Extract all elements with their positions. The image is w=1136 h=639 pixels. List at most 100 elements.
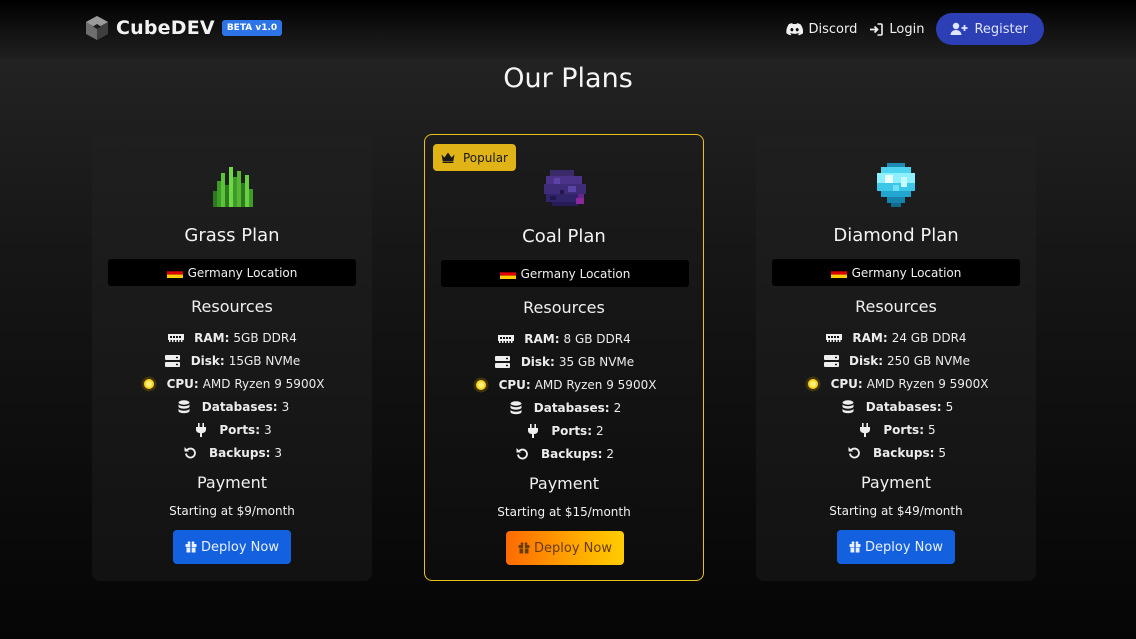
spec-label: CPU: xyxy=(830,376,863,391)
plug-icon xyxy=(856,422,874,437)
spec-cpu: CPU: AMD Ryzen 9 5900X xyxy=(756,372,1036,395)
cube-logo-icon xyxy=(86,16,108,40)
resources-title: Resources xyxy=(855,297,937,316)
backup-rotate-icon xyxy=(846,446,864,460)
spec-label: RAM: xyxy=(852,330,888,345)
payment-title: Payment xyxy=(528,474,600,493)
plug-icon xyxy=(192,422,210,437)
plan-name: Coal Plan xyxy=(522,226,606,247)
spec-value: 15GB NVMe xyxy=(228,353,301,368)
location-badge: Germany Location xyxy=(772,259,1020,286)
popular-badge: Popular xyxy=(433,144,516,171)
spec-value: 3 xyxy=(264,422,272,437)
cpu-chip-icon xyxy=(472,377,490,392)
navbar: CubeDEV BETA v1.0 Discord Login Register xyxy=(0,0,1136,58)
spec-disk: Disk: 15GB NVMe xyxy=(92,349,372,372)
spec-databases: Databases: 2 xyxy=(425,396,703,419)
spec-label: Disk: xyxy=(520,354,555,369)
plan-card-diamond: Diamond Plan Germany Location Resources … xyxy=(756,134,1036,581)
register-button[interactable]: Register xyxy=(936,13,1044,45)
deploy-button[interactable]: Deploy Now xyxy=(173,530,291,564)
spec-ports: Ports: 3 xyxy=(92,418,372,441)
spec-value: 5GB DDR4 xyxy=(233,330,297,345)
nav-links: Discord Login Register xyxy=(785,13,1044,45)
hard-drive-icon xyxy=(494,355,512,369)
spec-databases: Databases: 5 xyxy=(756,395,1036,418)
plan-name: Diamond Plan xyxy=(833,225,959,246)
cpu-chip-icon xyxy=(140,376,158,391)
spec-label: Backups: xyxy=(872,445,935,460)
location-badge: Germany Location xyxy=(441,260,689,287)
deploy-button[interactable]: Deploy Now xyxy=(837,530,955,564)
login-label: Login xyxy=(889,21,925,37)
spec-value: 250 GB NVMe xyxy=(887,353,970,368)
resources-title: Resources xyxy=(191,297,273,316)
grass-icon xyxy=(213,167,253,207)
brand-name: CubeDEV xyxy=(116,17,215,39)
spec-label: Databases: xyxy=(201,399,278,414)
spec-value: 2 xyxy=(596,423,604,438)
spec-ram: RAM: 5GB DDR4 xyxy=(92,326,372,349)
discord-label: Discord xyxy=(808,21,858,37)
spec-ports: Ports: 2 xyxy=(425,419,703,442)
location-label: Germany Location xyxy=(520,266,631,281)
location-badge: Germany Location xyxy=(108,259,356,286)
spec-list: RAM: 5GB DDR4 Disk: 15GB NVMe CPU: AMD Ryze… xyxy=(92,326,372,464)
resources-title: Resources xyxy=(523,298,605,317)
location-label: Germany Location xyxy=(851,265,962,280)
germany-flag-icon xyxy=(499,268,516,279)
spec-value: 5 xyxy=(938,445,947,460)
spec-label: Ports: xyxy=(883,422,924,437)
database-icon xyxy=(507,400,525,415)
memory-icon xyxy=(497,332,515,346)
spec-disk: Disk: 250 GB NVMe xyxy=(756,349,1036,372)
spec-list: RAM: 8 GB DDR4 Disk: 35 GB NVMe CPU: AMD Ry… xyxy=(425,327,703,465)
cpu-chip-icon xyxy=(804,376,822,391)
spec-label: Disk: xyxy=(849,353,883,368)
deploy-label: Deploy Now xyxy=(534,540,612,556)
spec-value: 3 xyxy=(281,399,290,414)
price: Starting at $49/month xyxy=(829,504,963,518)
user-plus-icon xyxy=(950,22,968,35)
price: Starting at $15/month xyxy=(497,505,631,519)
register-label: Register xyxy=(974,21,1028,37)
deploy-button[interactable]: Deploy Now xyxy=(506,531,624,565)
spec-backups: Backups: 3 xyxy=(92,441,372,464)
spec-label: CPU: xyxy=(498,377,531,392)
spec-value: 2 xyxy=(613,400,622,415)
spec-disk: Disk: 35 GB NVMe xyxy=(425,350,703,373)
spec-label: Backups: xyxy=(540,446,603,461)
coal-icon xyxy=(544,170,586,206)
spec-value: AMD Ryzen 9 5900X xyxy=(866,376,989,391)
spec-label: Disk: xyxy=(190,353,225,368)
login-link[interactable]: Login xyxy=(869,22,924,37)
spec-value: 35 GB NVMe xyxy=(558,354,635,369)
spec-value: 2 xyxy=(606,446,615,461)
hard-drive-icon xyxy=(822,354,840,368)
payment-title: Payment xyxy=(196,473,268,492)
database-icon xyxy=(175,399,193,414)
plan-card-coal: Popular Coal Plan Germany Location Resou… xyxy=(424,134,704,581)
spec-value: AMD Ryzen 9 5900X xyxy=(534,377,657,392)
plug-icon xyxy=(524,423,542,438)
spec-ram: RAM: 8 GB DDR4 xyxy=(425,327,703,350)
spec-label: Databases: xyxy=(533,400,610,415)
price: Starting at $9/month xyxy=(169,504,295,518)
germany-flag-icon xyxy=(830,267,847,278)
database-icon xyxy=(839,399,857,414)
spec-value: 5 xyxy=(928,422,936,437)
discord-link[interactable]: Discord xyxy=(785,21,858,37)
memory-icon xyxy=(167,331,185,345)
diamond-icon xyxy=(877,163,915,207)
spec-label: Ports: xyxy=(551,423,592,438)
memory-icon xyxy=(825,331,843,345)
brand[interactable]: CubeDEV BETA v1.0 xyxy=(85,15,283,41)
germany-flag-icon xyxy=(166,267,183,278)
discord-icon xyxy=(785,22,803,35)
spec-backups: Backups: 2 xyxy=(425,442,703,465)
gift-icon xyxy=(518,542,530,554)
login-icon xyxy=(870,22,884,36)
plan-name: Grass Plan xyxy=(184,225,280,246)
spec-value: 24 GB DDR4 xyxy=(891,330,967,345)
spec-label: Backups: xyxy=(208,445,271,460)
